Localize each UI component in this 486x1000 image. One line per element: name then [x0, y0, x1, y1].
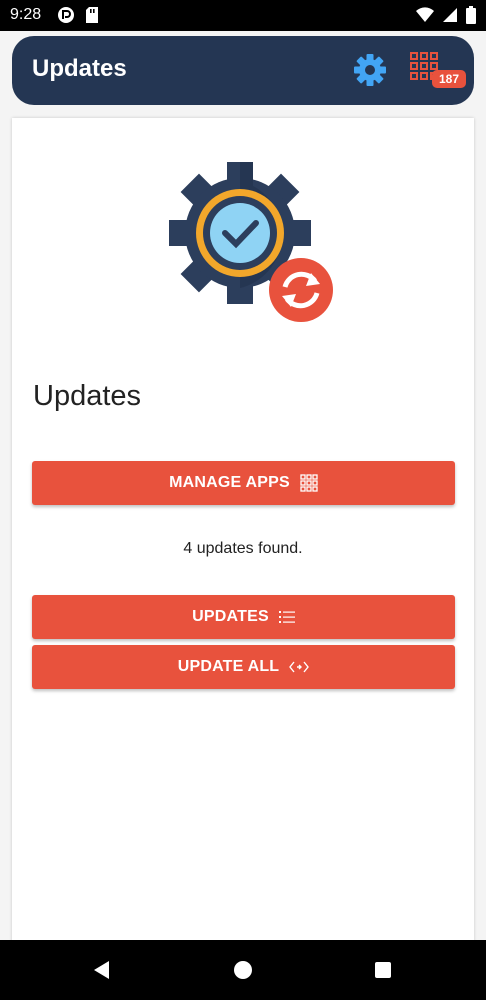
update-all-label: UPDATE ALL	[177, 658, 280, 675]
grid-icon	[300, 474, 318, 492]
wifi-icon	[416, 7, 434, 23]
manage-apps-label: MANAGE APPS	[169, 474, 290, 491]
status-left-icons	[57, 6, 99, 24]
updates-found-text: 4 updates found.	[183, 540, 303, 557]
status-right-icons	[416, 6, 476, 24]
app-notification-icon	[58, 7, 74, 23]
main-card: Updates MANAGE APPS 4 updates found. UPD…	[12, 118, 474, 958]
signal-icon	[443, 8, 457, 22]
status-bar: 9:28	[0, 0, 486, 31]
app-bar: Updates	[12, 36, 474, 105]
apps-count-badge: 187	[432, 70, 466, 88]
navigation-bar	[0, 940, 486, 1000]
list-icon	[278, 611, 295, 623]
manage-apps-button[interactable]: MANAGE APPS	[32, 461, 455, 505]
code-arrows-icon	[289, 661, 310, 673]
updates-button[interactable]: UPDATES	[32, 595, 455, 639]
sd-card-icon	[86, 7, 98, 23]
updates-label: UPDATES	[192, 608, 269, 625]
appbar-title: Updates	[32, 55, 127, 82]
page-title: Updates	[33, 380, 142, 412]
gear-icon	[354, 54, 386, 86]
battery-icon	[466, 6, 476, 24]
home-icon[interactable]	[233, 960, 253, 980]
gear-check-sync-icon	[169, 162, 333, 322]
settings-button[interactable]	[353, 53, 387, 87]
back-icon[interactable]	[92, 960, 112, 980]
update-all-button[interactable]: UPDATE ALL	[32, 645, 455, 689]
recents-icon[interactable]	[373, 960, 393, 980]
status-time: 9:28	[10, 6, 42, 23]
